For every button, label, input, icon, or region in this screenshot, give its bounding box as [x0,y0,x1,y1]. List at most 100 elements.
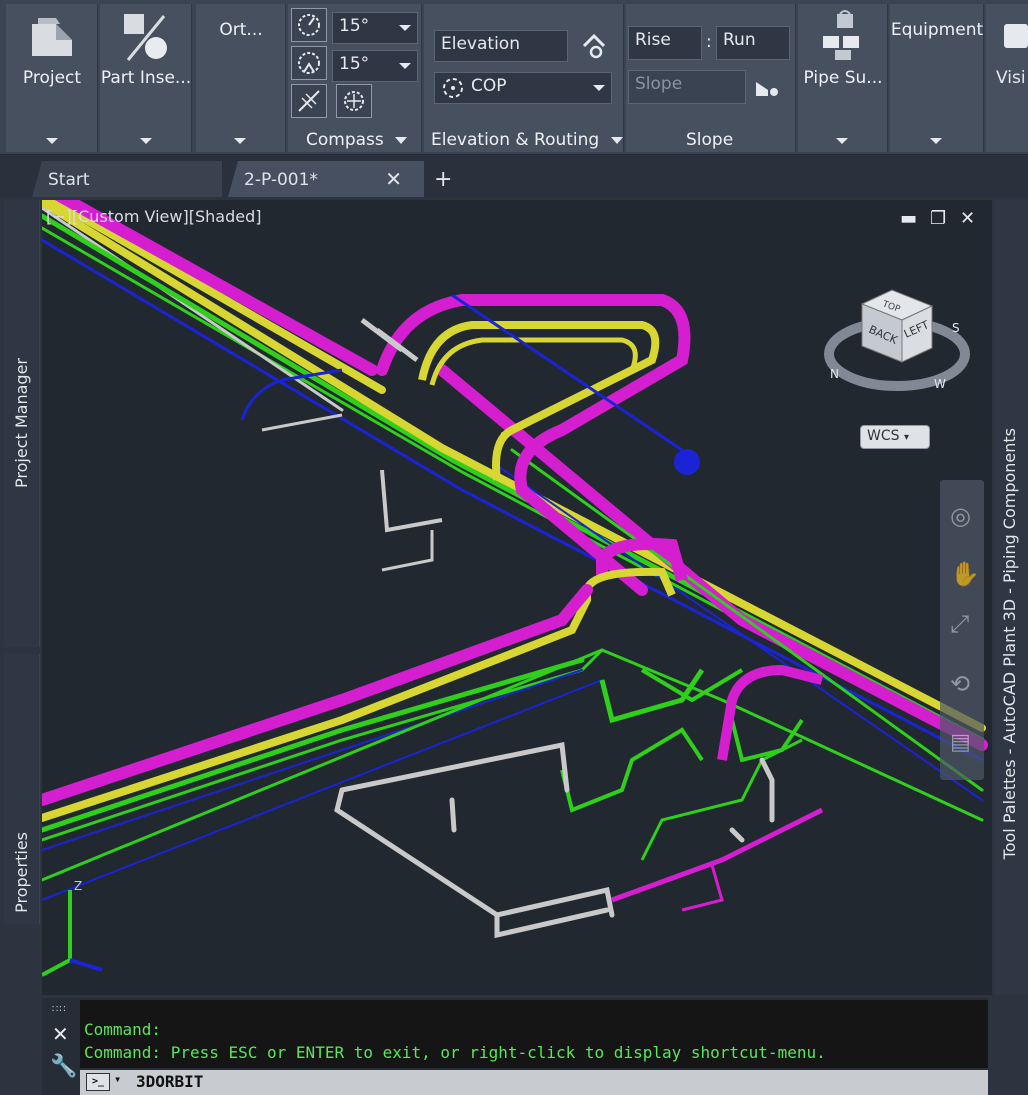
compass-w-label[interactable]: W [934,377,946,391]
elevation-routing-panel: Elevation COP Elevation & Routing [424,4,624,152]
close-icon[interactable]: ✕ [385,167,402,191]
pan-icon[interactable]: ✋ [950,560,980,588]
chevron-down-icon [399,63,411,69]
command-line: ∷∷ ✕ 🔧 Command: Command: Press ESC or EN… [42,998,988,1095]
compass-panel-title[interactable]: Compass [306,130,408,150]
elevation-value: Elevation [441,34,520,54]
tab-start[interactable]: Start [32,161,222,197]
elevation-pick-icon [582,33,606,59]
slope-panel: Rise : Run Slope Slope [626,4,796,152]
app-window: Project Part Inse... Ort... 15° 15° Comp… [0,0,1028,1095]
minimize-icon[interactable]: ▬ [900,208,917,229]
orbit-icon[interactable]: ⟲ [950,670,970,698]
chevron-down-icon [399,25,411,31]
visibility-button[interactable]: Visi [986,4,1028,152]
compass-toggle-button[interactable] [291,8,327,42]
equipment-label: Equipment [890,20,984,40]
navigation-bar: ◎ ✋ ⤢ ⟲ ▤ [940,480,984,780]
viewport-controls-label[interactable]: [−][Custom View][Shaded] [46,207,261,226]
properties-label: Properties [12,832,31,913]
compass-panel: 15° 15° Compass [288,4,422,152]
project-label: Project [22,68,82,88]
compass-angle-value: 15° [339,54,370,74]
pipe-supports-label: Pipe Su... [803,68,883,88]
properties-palette[interactable]: Properties [4,654,40,924]
showmotion-icon[interactable]: ▤ [950,730,971,755]
slope-field[interactable]: Slope [628,70,746,104]
chevron-down-icon[interactable] [46,138,58,144]
slope-pick-icon [756,82,778,96]
current-command: 3DORBIT [136,1072,204,1091]
ortho-label: Ort... [219,20,263,40]
tab-drawing[interactable]: 2-P-001* ✕ [228,161,424,197]
viewcube[interactable]: TOP BACK LEFT N S W [822,284,972,404]
command-history-line: Command: Press ESC or ENTER to exit, or … [84,1043,826,1062]
compass-n-label[interactable]: N [830,367,839,381]
elevation-field[interactable]: Elevation [434,30,568,62]
project-button[interactable]: Project [6,4,98,152]
compass-dial-icon [298,14,320,36]
command-prompt-icon[interactable]: >_ [86,1073,110,1091]
chevron-down-icon[interactable] [930,138,942,144]
project-manager-label: Project Manager [12,358,31,488]
slope-panel-title: Slope [686,130,734,150]
compass-rotate-button[interactable] [336,84,372,118]
pipe-supports-button[interactable]: Pipe Su... [798,4,888,152]
new-tab-button[interactable]: + [434,167,452,192]
project-icon [32,18,72,56]
model-viewport[interactable]: Z [−][Custom View][Shaded] ▬ ❐ ✕ TOP BAC… [42,200,992,995]
customize-wrench-icon[interactable]: 🔧 [50,1054,77,1079]
wcs-menu-button[interactable]: WCS ▾ [860,425,930,449]
tab-label: Start [48,170,90,190]
compass-angle-value: 15° [339,16,370,36]
chevron-down-icon[interactable] [234,138,246,144]
document-tab-bar: Start 2-P-001* ✕ + [0,155,1028,197]
chevron-down-icon[interactable] [140,138,152,144]
steering-wheel-icon[interactable]: ◎ [950,502,971,530]
rise-value: Rise [635,30,671,50]
tool-palettes-label: Tool Palettes - AutoCAD Plant 3D - Pipin… [1000,428,1019,860]
ortho-button[interactable]: Ort... [196,4,286,152]
close-icon[interactable]: ✕ [52,1022,69,1046]
visibility-label: Visi [996,68,1026,88]
part-insertion-label: Part Inse... [100,68,192,88]
compass-s-label[interactable]: S [952,321,960,335]
compass-grid-button[interactable] [291,84,327,118]
equipment-button[interactable]: Equipment [890,4,984,152]
chevron-down-icon [395,136,408,144]
command-history-line: Command: [84,1020,162,1039]
run-value: Run [723,30,756,50]
slope-value: Slope [635,74,683,94]
close-icon[interactable]: ✕ [960,208,975,229]
elevation-pick-button[interactable] [580,32,608,64]
part-insertion-button[interactable]: Part Inse... [100,4,192,152]
compass-angle-select-1[interactable]: 15° [332,12,418,44]
elevation-routing-panel-title[interactable]: Elevation & Routing [431,130,623,150]
crosshair-icon [298,90,320,112]
compass-snap-button[interactable] [291,46,327,80]
chevron-down-icon[interactable]: ▾ [114,1072,121,1086]
restore-icon[interactable]: ❐ [930,208,946,229]
compass-snap-icon [298,52,320,74]
justification-select[interactable]: COP [434,72,612,104]
justification-icon [443,78,463,98]
wcs-label: WCS [867,428,900,444]
zoom-icon[interactable]: ⤢ [950,610,969,638]
slope-pick-button[interactable] [754,76,782,104]
tab-label: 2-P-001* [244,170,318,190]
run-field[interactable]: Run [716,26,790,60]
chevron-down-icon: ▾ [903,432,909,443]
plus-icon: + [434,167,453,192]
pipe-support-icon [823,10,859,60]
justification-value: COP [471,76,507,96]
rise-field[interactable]: Rise [628,26,702,60]
tool-palettes-strip[interactable]: Tool Palettes - AutoCAD Plant 3D - Pipin… [994,200,1028,995]
chevron-down-icon[interactable] [836,138,848,144]
command-input[interactable]: >_ ▾ 3DORBIT [80,1070,988,1095]
chevron-down-icon [593,85,605,91]
project-manager-palette[interactable]: Project Manager [4,200,40,647]
part-insertion-icon [124,14,167,61]
command-history: Command: Command: Press ESC or ENTER to … [80,1000,988,1068]
drag-handle-icon[interactable]: ∷∷ [52,1004,67,1015]
compass-angle-select-2[interactable]: 15° [332,50,418,82]
